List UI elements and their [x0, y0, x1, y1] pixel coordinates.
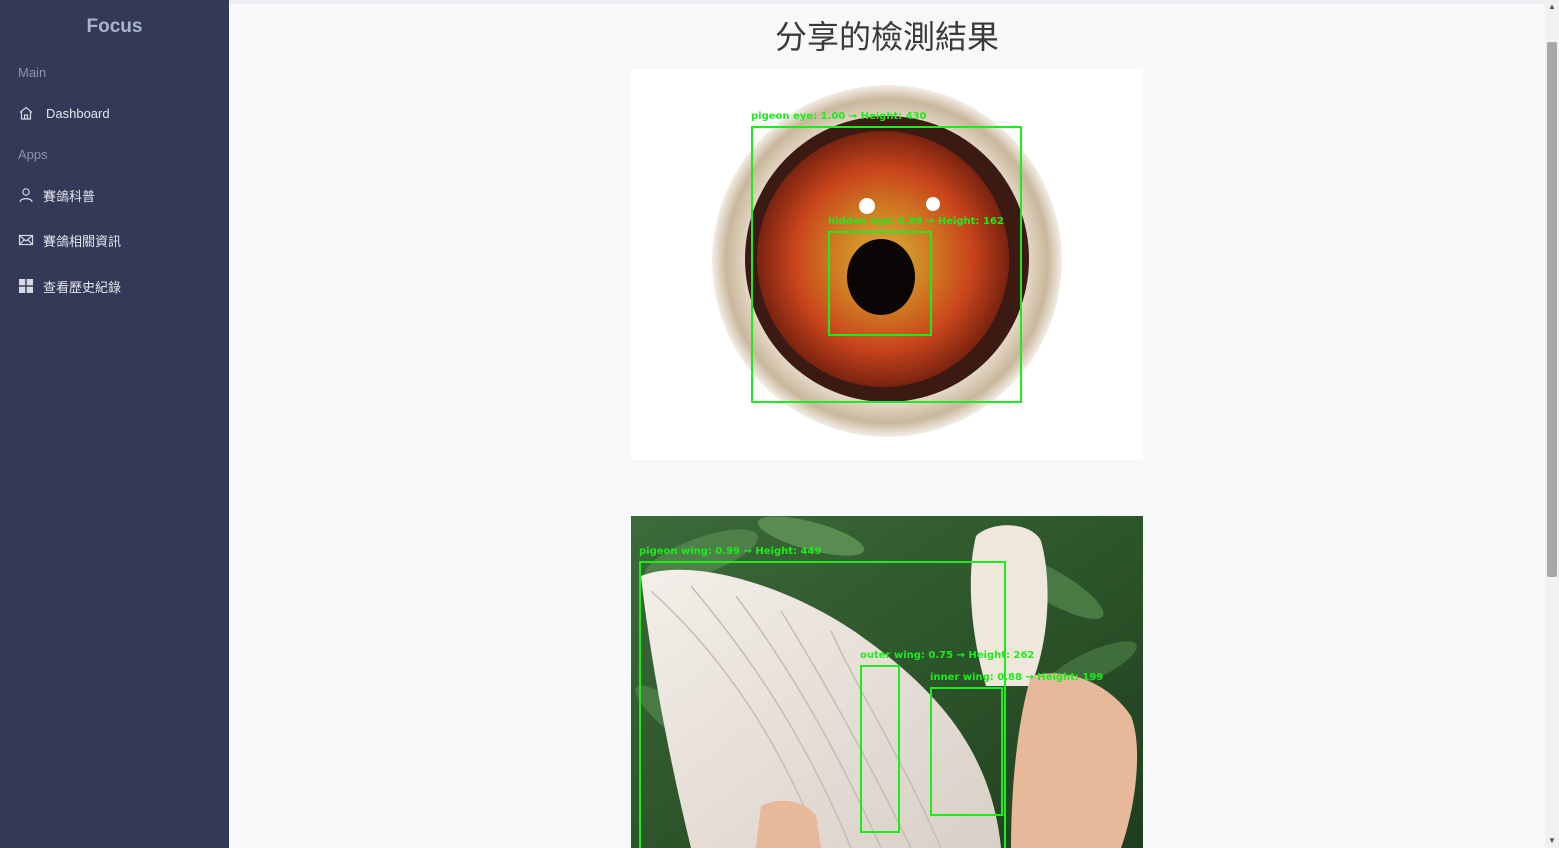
sidebar: Focus Main Dashboard Apps 賽鴿科普 賽鴿相關資訊 查看…	[0, 0, 229, 848]
detection-label: inner wing: 0.88 → Height: 199	[930, 672, 1104, 683]
scroll-up-arrow-icon[interactable]: ▲	[1548, 3, 1556, 11]
scrollbar-thumb[interactable]	[1547, 42, 1557, 577]
detection-label: pigeon wing: 0.99 → Height: 449	[639, 546, 822, 557]
detection-label: pigeon eye: 1.00 → Height: 430	[751, 111, 927, 122]
result-image-pigeon-eye: pigeon eye: 1.00 → Height: 430 hidden ey…	[631, 69, 1143, 460]
section-label-apps: Apps	[18, 147, 48, 162]
scroll-down-arrow-icon[interactable]: ▼	[1548, 837, 1556, 845]
sidebar-item-label: 賽鴿相關資訊	[43, 233, 122, 249]
detection-box-inner-wing	[930, 687, 1003, 816]
sidebar-item-history[interactable]: 查看歷史紀錄	[18, 274, 218, 298]
result-image-pigeon-wing: pigeon wing: 0.99 → Height: 449 outer wi…	[631, 516, 1143, 848]
section-label-main: Main	[18, 65, 47, 80]
sidebar-item-label: 賽鴿科普	[43, 188, 96, 204]
top-divider	[229, 0, 1545, 4]
detection-label: outer wing: 0.75 → Height: 262	[860, 650, 1035, 661]
detection-box-hidden-eye	[828, 231, 932, 336]
main-content: 分享的檢測結果 pigeon eye: 1.00 → Height: 430 h…	[229, 0, 1545, 848]
sidebar-item-pigeon-info[interactable]: 賽鴿相關資訊	[18, 228, 218, 252]
detection-box-outer-wing	[860, 665, 900, 833]
sidebar-item-pigeon-science[interactable]: 賽鴿科普	[18, 183, 218, 207]
sidebar-item-label: 查看歷史紀錄	[43, 279, 122, 295]
home-icon	[18, 105, 34, 121]
user-icon	[18, 187, 34, 203]
mail-icon	[18, 232, 34, 248]
brand-logo[interactable]: Focus	[0, 16, 229, 38]
sidebar-item-dashboard[interactable]: Dashboard	[18, 101, 218, 125]
grid-icon	[18, 278, 34, 294]
detection-label: hidden eye: 0.99 → Height: 162	[828, 216, 1004, 227]
page-title: 分享的檢測結果	[774, 18, 999, 56]
sidebar-item-label: Dashboard	[46, 105, 110, 121]
